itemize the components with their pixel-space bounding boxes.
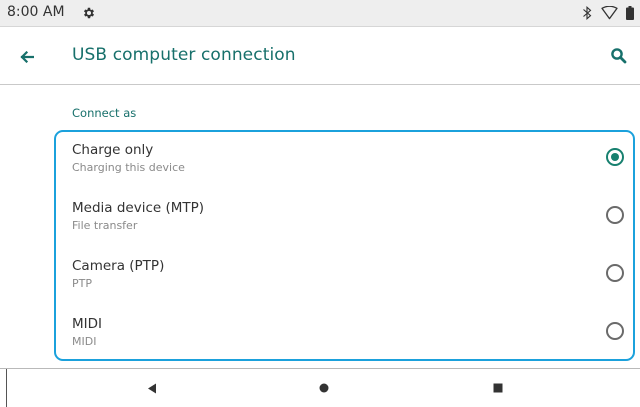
option-camera[interactable]: Camera (PTP) PTP xyxy=(56,248,633,306)
option-charge-only[interactable]: Charge only Charging this device xyxy=(56,132,633,190)
option-subtitle: Charging this device xyxy=(72,161,185,174)
navigation-bar xyxy=(0,368,640,407)
option-subtitle: File transfer xyxy=(72,219,138,232)
status-icons xyxy=(581,5,634,21)
search-icon[interactable] xyxy=(608,45,630,67)
option-media-device[interactable]: Media device (MTP) File transfer xyxy=(56,190,633,248)
status-time: 8:00 AM xyxy=(7,4,65,20)
back-arrow-icon xyxy=(20,51,34,63)
nav-recents-button[interactable] xyxy=(489,379,507,397)
option-subtitle: MIDI xyxy=(72,335,97,348)
wifi-icon xyxy=(601,6,618,20)
option-title: Camera (PTP) xyxy=(72,258,165,274)
radio-media-device[interactable] xyxy=(606,206,624,224)
home-circle-icon xyxy=(319,383,329,393)
status-bar: 8:00 AM xyxy=(0,0,640,27)
nav-home-button[interactable] xyxy=(315,379,333,397)
option-subtitle: PTP xyxy=(72,277,92,290)
back-triangle-icon xyxy=(148,383,156,393)
radio-charge-only[interactable] xyxy=(606,148,624,166)
screen: 8:00 AM USB computer connection Connect … xyxy=(0,0,640,407)
section-header: Connect as xyxy=(72,106,137,120)
radio-camera[interactable] xyxy=(606,264,624,282)
page-title: USB computer connection xyxy=(72,45,296,65)
connection-options-list: Charge only Charging this device Media d… xyxy=(54,130,635,361)
option-title: Media device (MTP) xyxy=(72,200,205,216)
back-button[interactable] xyxy=(16,46,38,68)
nav-back-button[interactable] xyxy=(143,379,161,397)
recents-square-icon xyxy=(493,383,503,393)
bluetooth-icon xyxy=(583,6,592,20)
nav-divider xyxy=(6,369,7,407)
radio-midi[interactable] xyxy=(606,322,624,340)
app-bar: USB computer connection xyxy=(0,27,640,85)
gear-icon xyxy=(83,7,95,19)
battery-icon xyxy=(626,6,634,20)
option-title: MIDI xyxy=(72,316,103,332)
option-midi[interactable]: MIDI MIDI xyxy=(56,306,633,359)
option-title: Charge only xyxy=(72,142,154,158)
